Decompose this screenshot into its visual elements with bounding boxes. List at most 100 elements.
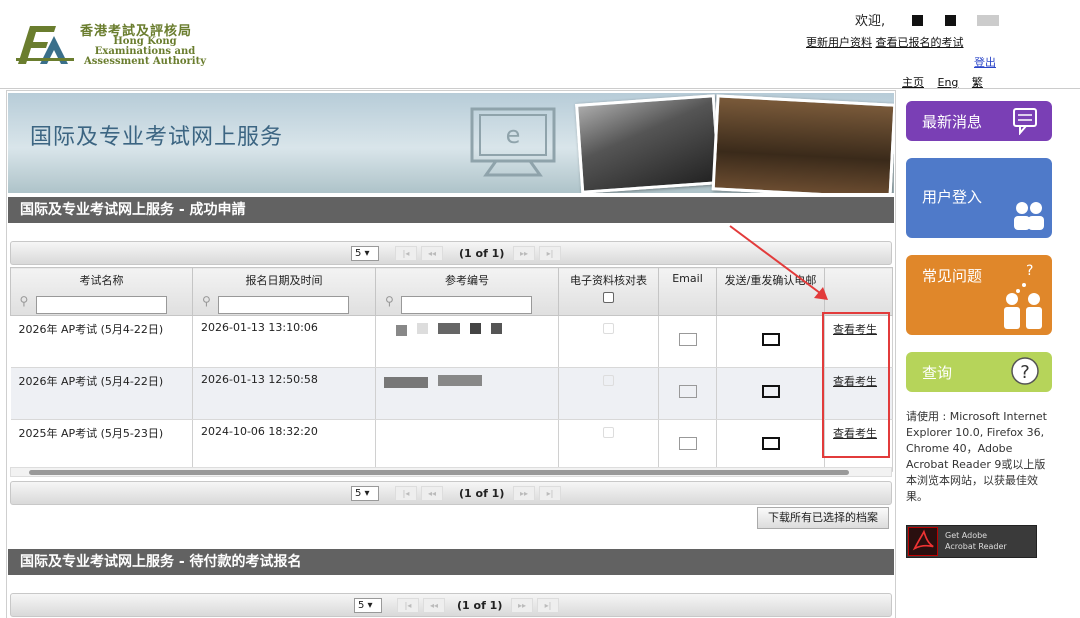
- redacted-username: [912, 15, 923, 26]
- exam-hall-photo: [711, 94, 894, 193]
- login-label: 用户登入: [922, 188, 983, 206]
- svg-text:?: ?: [1020, 362, 1030, 383]
- row-checkbox[interactable]: [603, 427, 614, 438]
- search-icon: ⚲: [385, 294, 394, 308]
- resend-cell: [716, 315, 825, 368]
- logout-link[interactable]: 登出: [974, 54, 996, 70]
- email-cell: [658, 315, 717, 368]
- reference-cell: [375, 419, 559, 472]
- adobe-reader-icon: [908, 527, 938, 556]
- col-action: [824, 267, 893, 316]
- users-icon: [1014, 202, 1044, 230]
- svg-text:?: ?: [1026, 263, 1033, 279]
- reference-filter-input[interactable]: [401, 296, 532, 314]
- email-envelope-icon[interactable]: [678, 437, 697, 450]
- pending-section-title: 国际及专业考试网上服务 - 待付款的考试报名: [8, 549, 894, 575]
- checklist-cell: [558, 315, 659, 368]
- download-selected-button[interactable]: 下载所有已选择的档案: [757, 507, 889, 529]
- question-people-icon: ?: [1004, 263, 1042, 329]
- banner-title: 国际及专业考试网上服务: [30, 125, 284, 150]
- bottom-pager: 5 ▾ |◂ ◂◂ (1 of 1) ▸▸ ▸|: [10, 481, 892, 505]
- welcome-text: 欢迎,: [855, 14, 886, 29]
- exam-name-cell: 2026年 AP考试 (5月4-22日): [10, 367, 193, 420]
- exam-name-filter-input[interactable]: [35, 296, 167, 314]
- resend-cell: [716, 367, 825, 420]
- red-arrow-icon: [729, 225, 828, 300]
- scrollbar-thumb[interactable]: [29, 470, 849, 475]
- reference-cell: [375, 367, 559, 420]
- speech-bubble-icon: [1013, 108, 1037, 135]
- help-icon: ?: [1011, 357, 1039, 385]
- next-page-icon[interactable]: ▸▸: [513, 246, 535, 261]
- prev-page-icon[interactable]: ◂◂: [421, 246, 443, 261]
- page-size-select[interactable]: 5 ▾: [351, 246, 379, 261]
- datetime-filter-input[interactable]: [218, 296, 349, 314]
- table-row: 2026年 AP考试 (5月4-22日) 2026-01-13 12:50:58…: [10, 367, 893, 420]
- monitor-icon: e: [470, 107, 556, 177]
- header-divider: [0, 88, 1080, 89]
- first-page-icon[interactable]: |◂: [395, 246, 417, 261]
- exam-name-cell: 2025年 AP考试 (5月5-23日): [10, 419, 193, 472]
- faq-card[interactable]: 常见问题 ?: [906, 255, 1052, 335]
- exam-room-photo: [575, 94, 721, 193]
- svg-text:e: e: [506, 121, 521, 149]
- news-label: 最新消息: [922, 113, 983, 131]
- page-info: (1 of 1): [459, 487, 505, 500]
- get-adobe-reader-badge[interactable]: Get Adobe Acrobat Reader: [906, 525, 1037, 558]
- email-cell: [658, 419, 717, 472]
- page-size-select[interactable]: 5 ▾: [354, 598, 382, 613]
- page-info: (1 of 1): [459, 247, 505, 260]
- login-card[interactable]: 用户登入: [906, 158, 1052, 238]
- last-page-icon[interactable]: ▸|: [537, 598, 559, 613]
- page-info: (1 of 1): [457, 599, 503, 612]
- adobe-line1: Get Adobe: [945, 531, 988, 540]
- row-checkbox[interactable]: [603, 323, 614, 334]
- hkeaa-logo: 香港考試及評核局 Hong Kong Examinations and Asse…: [16, 18, 206, 70]
- next-page-icon[interactable]: ▸▸: [513, 486, 535, 501]
- select-all-checkbox[interactable]: [603, 292, 614, 303]
- email-envelope-icon[interactable]: [678, 385, 697, 398]
- checklist-cell: [558, 419, 659, 472]
- faq-label: 常见问题: [922, 267, 983, 285]
- first-page-icon[interactable]: |◂: [395, 486, 417, 501]
- col-reference-number: 参考编号 ⚲: [375, 267, 559, 316]
- table-row: 2026年 AP考试 (5月4-22日) 2026-01-13 13:10:06…: [10, 315, 893, 368]
- redacted-username: [977, 15, 999, 26]
- query-card[interactable]: 查询 ?: [906, 352, 1052, 392]
- datetime-cell: 2026-01-13 13:10:06: [192, 315, 376, 368]
- main-content: 国际及专业考试网上服务 e 国际及专业考试网上服务 - 成功申請 5 ▾ |◂ …: [6, 90, 896, 618]
- datetime-cell: 2026-01-13 12:50:58: [192, 367, 376, 420]
- highlight-box: [822, 312, 890, 458]
- success-section-title: 国际及专业考试网上服务 - 成功申請: [8, 197, 894, 223]
- prev-page-icon[interactable]: ◂◂: [423, 598, 445, 613]
- account-links: 更新用户资料 查看已报名的考试: [806, 34, 964, 50]
- email-cell: [658, 367, 717, 420]
- exam-name-cell: 2026年 AP考试 (5月4-22日): [10, 315, 193, 368]
- last-page-icon[interactable]: ▸|: [539, 246, 561, 261]
- last-page-icon[interactable]: ▸|: [539, 486, 561, 501]
- resend-email-icon[interactable]: [761, 385, 780, 398]
- table-row: 2025年 AP考试 (5月5-23日) 2024-10-06 18:32:20…: [10, 419, 893, 472]
- view-registered-exams-link[interactable]: 查看已报名的考试: [876, 36, 964, 49]
- col-exam-name: 考试名称 ⚲: [10, 267, 193, 316]
- next-page-icon[interactable]: ▸▸: [511, 598, 533, 613]
- email-envelope-icon[interactable]: [678, 333, 697, 346]
- resend-cell: [716, 419, 825, 472]
- search-icon: ⚲: [202, 294, 211, 308]
- checklist-cell: [558, 367, 659, 420]
- resend-email-icon[interactable]: [761, 437, 780, 450]
- query-label: 查询: [922, 364, 953, 382]
- first-page-icon[interactable]: |◂: [397, 598, 419, 613]
- page-size-select[interactable]: 5 ▾: [351, 486, 379, 501]
- search-icon: ⚲: [19, 294, 29, 308]
- prev-page-icon[interactable]: ◂◂: [421, 486, 443, 501]
- news-card[interactable]: 最新消息: [906, 101, 1052, 141]
- hkeaa-logo-mark-icon: [16, 26, 74, 64]
- row-checkbox[interactable]: [603, 375, 614, 386]
- adobe-line2: Acrobat Reader: [945, 542, 1007, 551]
- browser-requirement-note: 请使用 : Microsoft Internet Explorer 10.0, …: [906, 410, 1047, 503]
- update-profile-link[interactable]: 更新用户资料: [806, 36, 872, 49]
- resend-email-icon[interactable]: [761, 333, 780, 346]
- reference-cell: [375, 315, 559, 368]
- horizontal-scrollbar[interactable]: [10, 467, 892, 477]
